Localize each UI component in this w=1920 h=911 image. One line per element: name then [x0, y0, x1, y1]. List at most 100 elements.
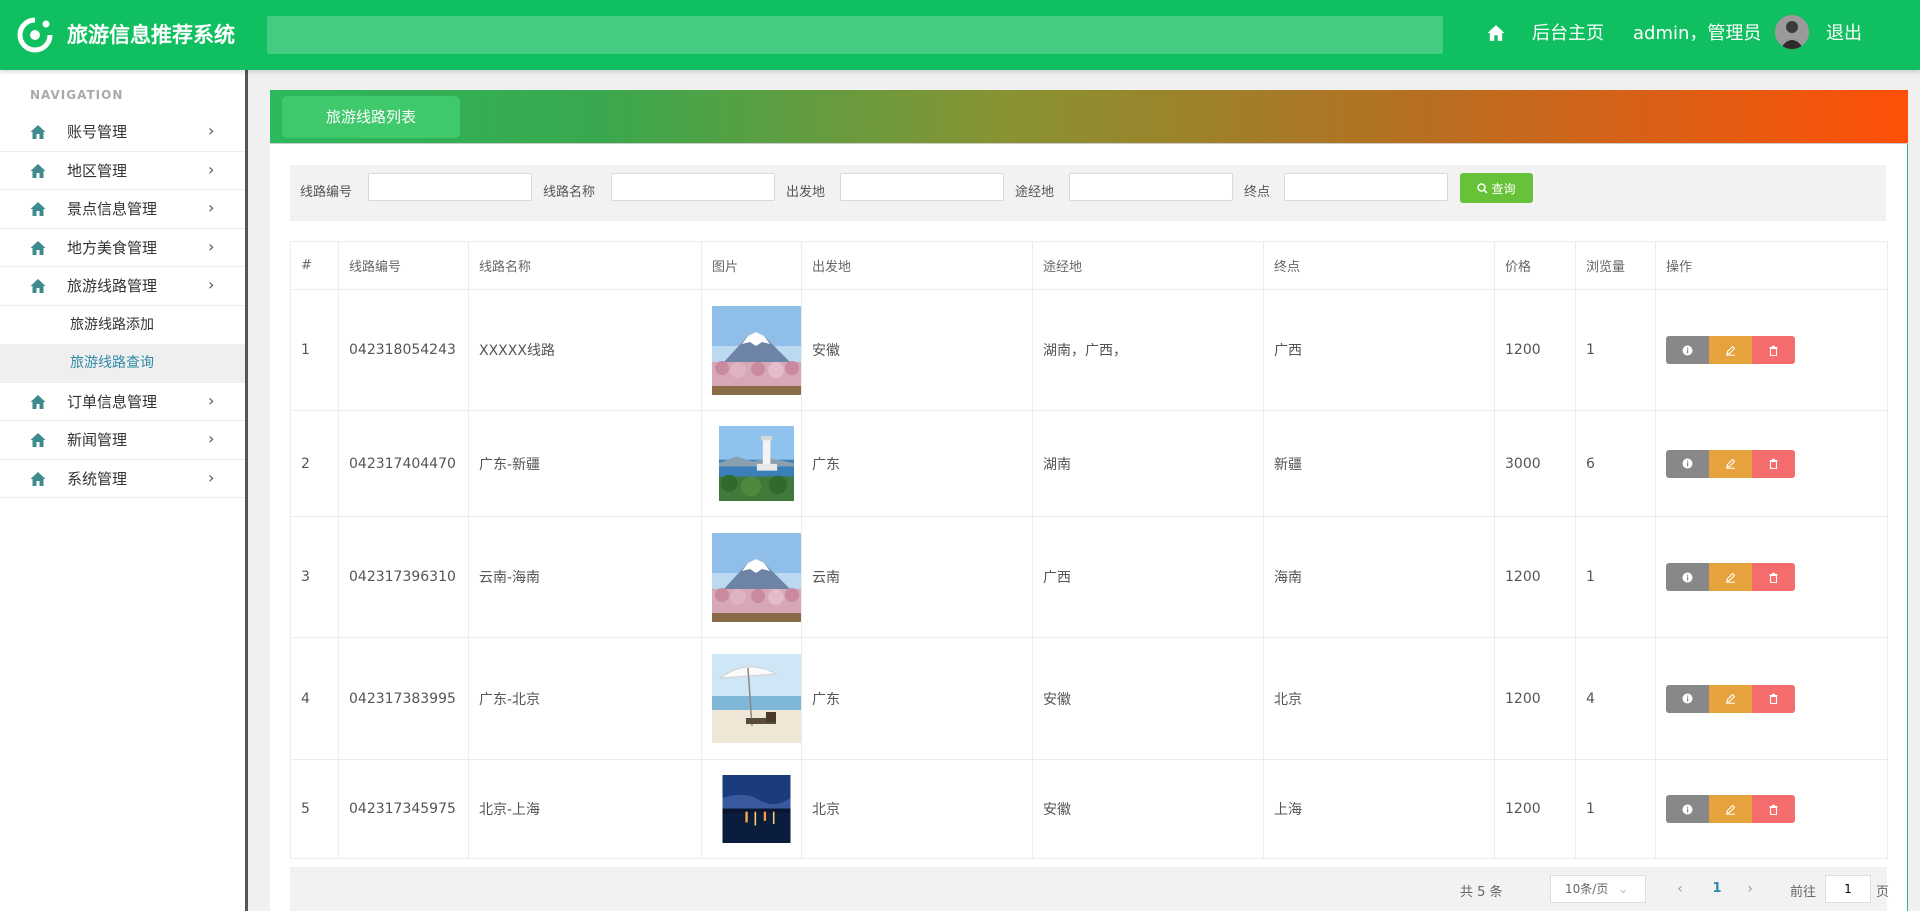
sidebar-item-orders[interactable]: 订单信息管理 ›	[0, 383, 245, 421]
home-icon	[30, 240, 46, 256]
view-button[interactable]	[1666, 795, 1709, 823]
tab-route-list[interactable]: 旅游线路列表	[282, 96, 460, 138]
home-link[interactable]: 后台主页	[1532, 20, 1604, 48]
view-button[interactable]	[1666, 449, 1709, 478]
delete-button[interactable]	[1752, 336, 1795, 364]
view-button[interactable]	[1666, 336, 1709, 364]
departure-input[interactable]	[840, 173, 1004, 201]
departure: 广东	[801, 410, 1033, 517]
top-search-bar[interactable]	[267, 16, 1443, 54]
sidebar-item-scenic[interactable]: 景点信息管理 ›	[0, 190, 245, 229]
via-label: 途经地	[1015, 185, 1055, 200]
edit-button[interactable]	[1709, 684, 1752, 713]
home-icon[interactable]	[1487, 24, 1505, 42]
destination-input[interactable]	[1284, 173, 1448, 201]
page-size-select[interactable]: 10条/页 ⌄	[1550, 875, 1646, 903]
edit-button[interactable]	[1709, 795, 1752, 823]
route-name-input[interactable]	[611, 173, 775, 201]
column-header: 终点	[1263, 241, 1495, 290]
departure: 北京	[801, 759, 1033, 859]
top-bar: 旅游信息推荐系统 后台主页 admin，管理员 退出	[0, 0, 1920, 70]
view-button[interactable]	[1666, 684, 1709, 713]
info-icon	[1682, 458, 1693, 469]
destination: 北京	[1263, 637, 1495, 760]
prev-page-button[interactable]: ‹	[1668, 875, 1692, 903]
column-header: 价格	[1494, 241, 1576, 290]
home-icon	[30, 124, 46, 140]
avatar-image	[1775, 15, 1809, 49]
logout-link[interactable]: 退出	[1826, 20, 1862, 48]
row-index: 5	[290, 759, 339, 859]
edit-icon	[1726, 804, 1736, 815]
edit-button[interactable]	[1709, 449, 1752, 478]
goto-page-input[interactable]	[1825, 875, 1871, 903]
sidebar-item-system[interactable]: 系统管理 ›	[0, 460, 245, 498]
sidebar-item-news[interactable]: 新闻管理 ›	[0, 421, 245, 460]
route-image-cell	[701, 516, 802, 638]
sidebar-menu: 账号管理 › 地区管理 › 景点信息管理 › 地方美食管理 › 旅游线路管理 ›…	[0, 113, 245, 498]
page-unit: 页	[1876, 885, 1890, 900]
search-icon	[1477, 182, 1488, 193]
route-no-input[interactable]	[368, 173, 532, 201]
home-icon	[30, 432, 46, 448]
home-icon	[30, 394, 46, 410]
avatar[interactable]	[1775, 15, 1809, 49]
operations-cell	[1655, 410, 1888, 517]
sidebar-subitem-label: 旅游线路添加	[70, 316, 154, 333]
views: 1	[1575, 516, 1656, 638]
delete-button[interactable]	[1752, 795, 1795, 823]
trash-icon	[1769, 693, 1778, 704]
via-input[interactable]	[1069, 173, 1233, 201]
page-number[interactable]: 1	[1702, 875, 1732, 903]
route-table: # 线路编号 线路名称 图片 出发地 途经地 终点 价格 浏览量 操作 1 04…	[290, 241, 1888, 859]
info-icon	[1682, 572, 1693, 582]
delete-button[interactable]	[1752, 449, 1795, 478]
route-photo	[722, 775, 791, 843]
route-code: 042317404470	[338, 410, 469, 517]
sidebar-item-food[interactable]: 地方美食管理 ›	[0, 229, 245, 267]
via: 广西	[1032, 516, 1264, 638]
trash-icon	[1769, 458, 1778, 469]
destination: 广西	[1263, 289, 1495, 411]
sidebar-item-region[interactable]: 地区管理 ›	[0, 152, 245, 190]
table-row: 2 042317404470 广东-新疆 广东 湖南 新疆 3000 6	[290, 410, 1888, 517]
price: 1200	[1494, 637, 1576, 760]
sidebar-subitem-route-query[interactable]: 旅游线路查询	[0, 344, 245, 383]
sidebar-subitem-label: 旅游线路查询	[70, 355, 154, 371]
logo-icon	[17, 17, 53, 53]
app-title: 旅游信息推荐系统	[67, 23, 235, 47]
route-photo	[712, 533, 801, 622]
row-index: 3	[290, 516, 339, 638]
main-panel: 旅游线路列表 线路编号 线路名称 出发地 途经地 终点 查询 # 线路编号 线路…	[270, 90, 1908, 911]
edit-button[interactable]	[1709, 336, 1752, 364]
next-page-button[interactable]: ›	[1738, 875, 1762, 903]
sidebar-item-route[interactable]: 旅游线路管理 ›	[0, 267, 245, 306]
route-name: XXXXX线路	[468, 289, 702, 411]
pagination: 共 5 条 10条/页 ⌄ ‹ 1 › 前往 页	[290, 867, 1890, 911]
route-no-label: 线路编号	[300, 185, 353, 200]
operations-cell	[1655, 516, 1888, 638]
chevron-down-icon: ⌄	[1618, 882, 1629, 896]
operations-cell	[1655, 637, 1888, 760]
destination: 海南	[1263, 516, 1495, 638]
sidebar-item-label: 地方美食管理	[67, 238, 158, 257]
table-row: 4 042317383995 广东-北京 广东 安徽 北京 1200 4	[290, 637, 1888, 760]
column-header: 出发地	[801, 241, 1033, 290]
route-name: 云南-海南	[468, 516, 702, 638]
via: 湖南	[1032, 410, 1264, 517]
filter-bar: 线路编号 线路名称 出发地 途经地 终点 查询	[290, 165, 1886, 221]
delete-button[interactable]	[1752, 563, 1795, 591]
column-header: 途经地	[1032, 241, 1264, 290]
view-button[interactable]	[1666, 563, 1709, 591]
sidebar-item-account[interactable]: 账号管理 ›	[0, 113, 245, 152]
search-button[interactable]: 查询	[1460, 173, 1533, 203]
sidebar: NAVIGATION 账号管理 › 地区管理 › 景点信息管理 › 地方美食管理…	[0, 70, 248, 911]
delete-button[interactable]	[1752, 684, 1795, 713]
sidebar-subitem-route-add[interactable]: 旅游线路添加	[0, 306, 245, 345]
price: 1200	[1494, 289, 1576, 411]
list-header: 旅游线路列表	[270, 90, 1908, 144]
route-photo	[719, 426, 794, 501]
chevron-right-icon: ›	[208, 390, 215, 410]
edit-icon	[1726, 458, 1736, 469]
edit-button[interactable]	[1709, 563, 1752, 591]
